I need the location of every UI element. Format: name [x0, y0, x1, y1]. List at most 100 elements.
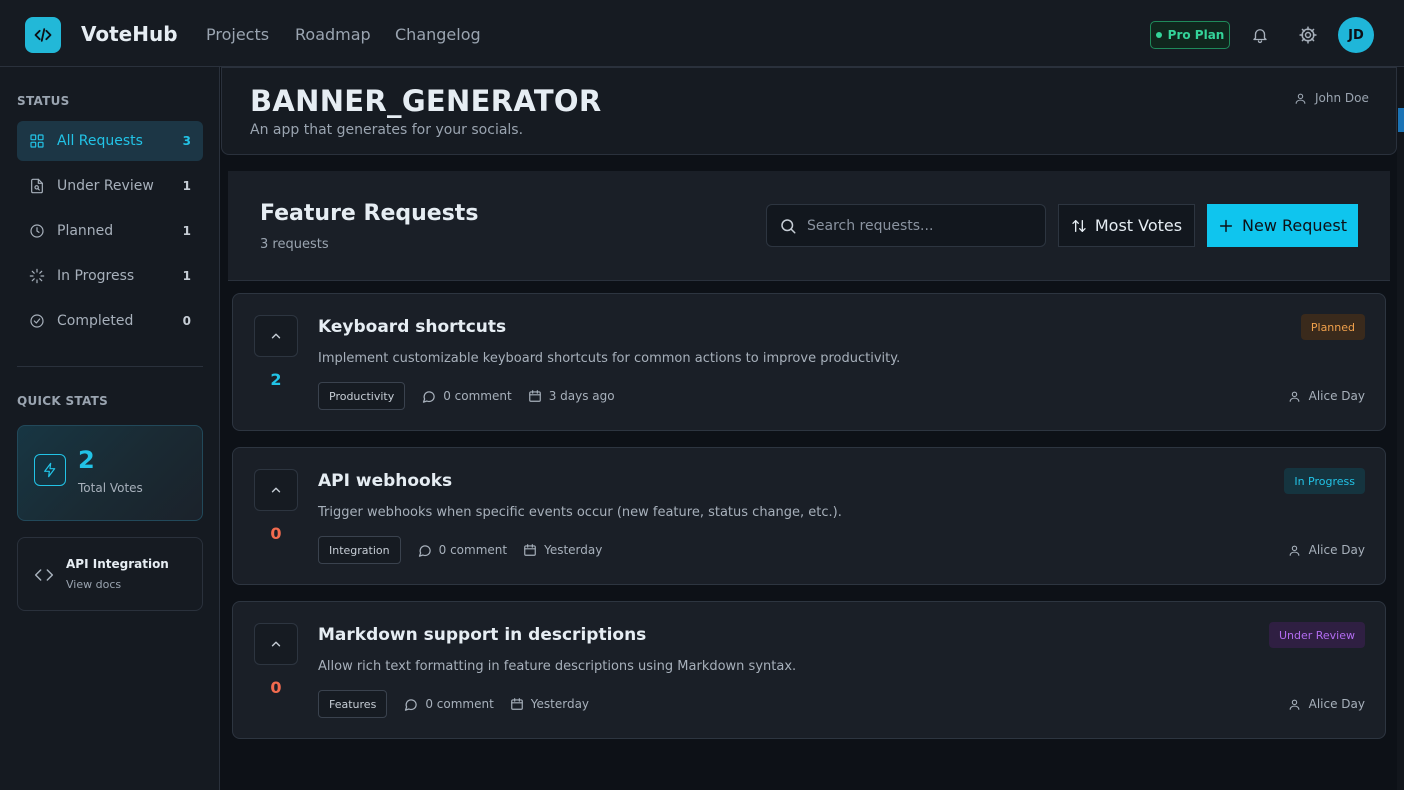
settings-button[interactable]: [1298, 25, 1318, 45]
sidebar-item-planned[interactable]: Planned 1: [17, 211, 203, 251]
project-owner: John Doe: [1294, 91, 1369, 105]
search-input[interactable]: [807, 217, 1037, 234]
request-card[interactable]: 0 Markdown support in descriptions Allow…: [232, 601, 1386, 739]
sidebar-item-count: 0: [182, 314, 191, 328]
sidebar-item-count: 1: [182, 179, 191, 193]
date-label: Yesterday: [530, 697, 590, 711]
request-card[interactable]: 2 Keyboard shortcuts Implement customiza…: [232, 293, 1386, 431]
search-box[interactable]: [766, 204, 1046, 247]
sidebar-item-all-requests[interactable]: All Requests 3: [17, 121, 203, 161]
clock-icon: [30, 224, 44, 238]
nav-link-roadmap[interactable]: Roadmap: [295, 25, 371, 44]
vote-count: 0: [270, 678, 282, 697]
request-description: Implement customizable keyboard shortcut…: [318, 351, 901, 366]
upvote-button[interactable]: [254, 469, 298, 511]
file-search-icon: [31, 178, 43, 194]
comments-count[interactable]: 0 comment: [417, 543, 507, 558]
date-label: Yesterday: [544, 543, 603, 557]
top-navbar: VoteHub Projects Roadmap Changelog Pro P…: [0, 0, 1404, 67]
project-owner-name: John Doe: [1315, 91, 1369, 105]
request-author: Alice Day: [1288, 543, 1365, 557]
vote-count: 2: [270, 370, 282, 389]
comments-count[interactable]: 0 comment: [403, 697, 494, 712]
new-request-button[interactable]: New Request: [1207, 204, 1358, 247]
vote-count: 0: [270, 524, 282, 543]
check-circle-icon: [30, 314, 44, 328]
sidebar-item-count: 1: [182, 224, 191, 238]
request-description: Trigger webhooks when specific events oc…: [318, 505, 842, 520]
requests-count: 3 requests: [260, 237, 329, 252]
notifications-button[interactable]: [1251, 25, 1269, 45]
bell-icon: [1253, 29, 1267, 44]
gear-icon: [1299, 26, 1317, 44]
sort-button[interactable]: Most Votes: [1058, 204, 1195, 247]
comments-count[interactable]: 0 comment: [421, 389, 512, 404]
grid-icon: [30, 134, 44, 148]
sort-arrows-icon: [1072, 219, 1086, 232]
plus-icon: [1219, 219, 1233, 232]
sidebar-item-in-progress[interactable]: In Progress 1: [17, 256, 203, 296]
user-icon: [1295, 93, 1306, 104]
sidebar-item-label: Planned: [57, 223, 114, 239]
sort-label: Most Votes: [1094, 216, 1183, 235]
comment-icon: [405, 698, 418, 711]
sidebar: STATUS All Requests 3 Under Review 1 Pla…: [0, 67, 220, 790]
calendar-icon: [528, 390, 541, 402]
comment-icon: [423, 390, 435, 403]
user-avatar[interactable]: JD: [1338, 17, 1374, 53]
user-icon: [1289, 699, 1299, 710]
request-title[interactable]: API webhooks: [318, 471, 452, 491]
pro-plan-label: Pro Plan: [1167, 28, 1225, 42]
sidebar-item-label: In Progress: [57, 268, 135, 284]
request-meta: Productivity 0 comment 3 days ago: [318, 382, 615, 410]
request-meta: Integration 0 comment Yesterday: [318, 536, 602, 564]
upvote-button[interactable]: [254, 623, 298, 665]
quick-stats-heading: QUICK STATS: [17, 394, 109, 408]
api-integration-card[interactable]: API Integration View docs: [17, 537, 203, 611]
status-heading: STATUS: [17, 94, 70, 108]
calendar-icon: [510, 698, 523, 710]
sidebar-item-under-review[interactable]: Under Review 1: [17, 166, 203, 206]
author-name: Alice Day: [1308, 697, 1365, 711]
calendar-icon: [524, 544, 536, 556]
logo[interactable]: [25, 17, 61, 53]
sidebar-item-label: Under Review: [57, 178, 154, 194]
author-name: Alice Day: [1308, 389, 1365, 403]
comments-label: 0 comment: [438, 543, 508, 557]
project-description: An app that generates for your socials.: [250, 122, 524, 138]
request-title[interactable]: Keyboard shortcuts: [318, 317, 506, 337]
category-tag[interactable]: Integration: [318, 536, 401, 564]
feature-requests-title: Feature Requests: [260, 201, 479, 226]
status-badge: In Progress: [1284, 468, 1365, 494]
view-docs-link[interactable]: View docs: [66, 578, 121, 591]
search-icon: [781, 218, 796, 233]
comments-label: 0 comment: [443, 389, 512, 403]
sidebar-item-completed[interactable]: Completed 0: [17, 301, 203, 341]
code-brackets-icon: [34, 569, 54, 581]
brand-name[interactable]: VoteHub: [81, 22, 178, 46]
category-tag[interactable]: Features: [318, 690, 388, 718]
author-name: Alice Day: [1308, 543, 1365, 557]
nav-link-projects[interactable]: Projects: [206, 25, 269, 44]
api-integration-title: API Integration: [66, 557, 169, 571]
request-title[interactable]: Markdown support in descriptions: [318, 625, 646, 645]
pro-plan-badge[interactable]: Pro Plan: [1150, 21, 1230, 49]
loader-icon: [29, 268, 45, 284]
request-date: Yesterday: [523, 543, 602, 557]
category-tag[interactable]: Productivity: [318, 382, 406, 410]
status-badge: Under Review: [1268, 622, 1365, 648]
total-votes-card: 2 Total Votes: [17, 425, 203, 521]
nav-link-changelog[interactable]: Changelog: [395, 25, 481, 44]
request-description: Allow rich text formatting in feature de…: [318, 659, 797, 674]
chevron-up-icon: [271, 333, 281, 339]
chevron-up-icon: [271, 487, 281, 493]
request-card[interactable]: 0 API webhooks Trigger webhooks when spe…: [232, 447, 1386, 585]
upvote-button[interactable]: [254, 315, 298, 357]
project-title: BANNER_GENERATOR: [250, 84, 602, 118]
stat-icon-box: [34, 454, 66, 486]
status-badge: Planned: [1300, 314, 1365, 340]
feature-requests-toolbar: Feature Requests 3 requests Most Votes N…: [228, 171, 1390, 281]
request-date: Yesterday: [510, 697, 589, 711]
comment-icon: [418, 544, 431, 557]
status-dot: [1155, 32, 1162, 38]
